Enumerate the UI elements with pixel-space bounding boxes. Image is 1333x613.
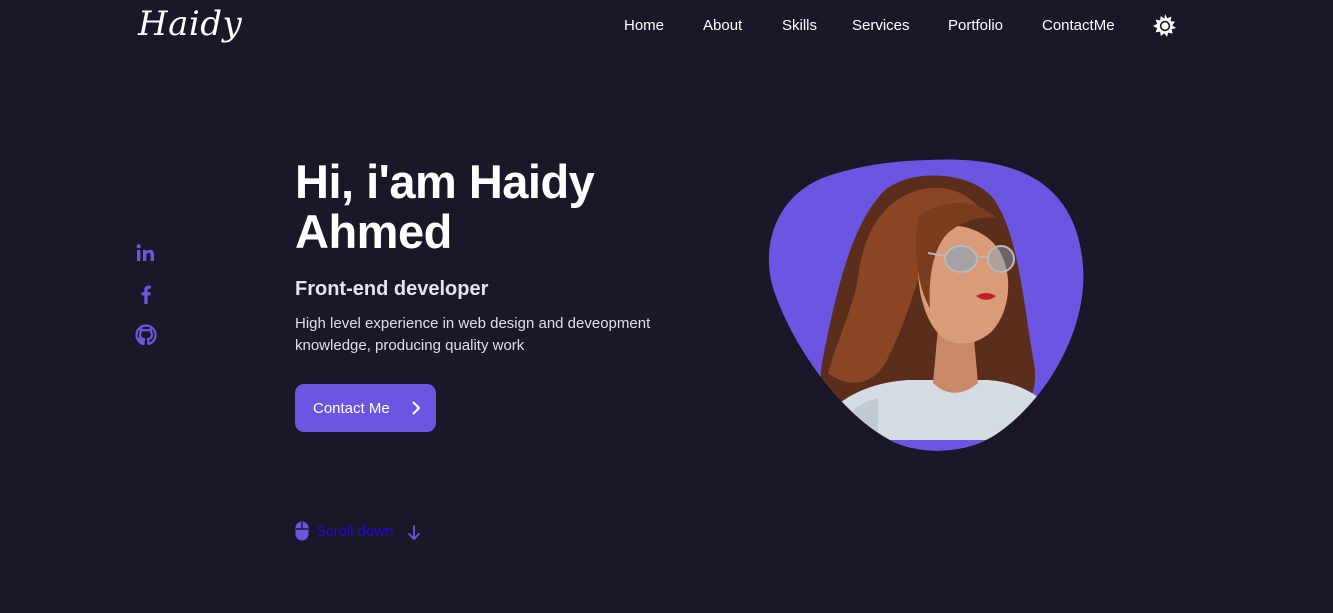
hero-description: High level experience in web design and … <box>295 315 651 354</box>
scroll-down-label: Scroll down <box>316 523 394 540</box>
sun-icon <box>1153 14 1176 37</box>
nav-portfolio[interactable]: Portfolio <box>948 17 1003 34</box>
facebook-icon <box>141 285 151 304</box>
hero-title-line2: Ahmed <box>295 205 452 258</box>
scroll-down-link[interactable]: Scroll down <box>295 521 435 543</box>
main-nav: Home About Skills Services Portfolio Con… <box>0 17 1333 37</box>
contact-me-label: Contact Me <box>313 399 390 417</box>
nav-contactme[interactable]: ContactMe <box>1042 17 1115 34</box>
contact-me-button[interactable]: Contact Me <box>295 384 436 432</box>
facebook-link[interactable] <box>135 283 159 307</box>
nav-skills[interactable]: Skills <box>782 17 817 34</box>
github-link[interactable] <box>135 324 159 348</box>
chevron-right-icon <box>412 401 420 415</box>
nav-about[interactable]: About <box>703 17 742 34</box>
hero-title-line1: Hi, i'am Haidy <box>295 155 595 208</box>
profile-photo <box>768 158 1086 454</box>
header: Haidy Home About Skills Services Portfol… <box>0 0 1333 52</box>
linkedin-link[interactable] <box>135 242 159 266</box>
hero-title: Hi, i'am Haidy Ahmed <box>295 157 715 257</box>
theme-toggle-button[interactable] <box>1153 14 1177 38</box>
nav-home[interactable]: Home <box>624 17 664 34</box>
arrow-down-icon <box>408 525 420 540</box>
hero-subtitle: Front-end developer <box>295 278 489 300</box>
github-icon <box>135 324 157 346</box>
page: Haidy Home About Skills Services Portfol… <box>0 0 1333 613</box>
linkedin-icon <box>136 244 154 261</box>
nav-services[interactable]: Services <box>852 17 910 34</box>
mouse-icon <box>295 521 309 541</box>
